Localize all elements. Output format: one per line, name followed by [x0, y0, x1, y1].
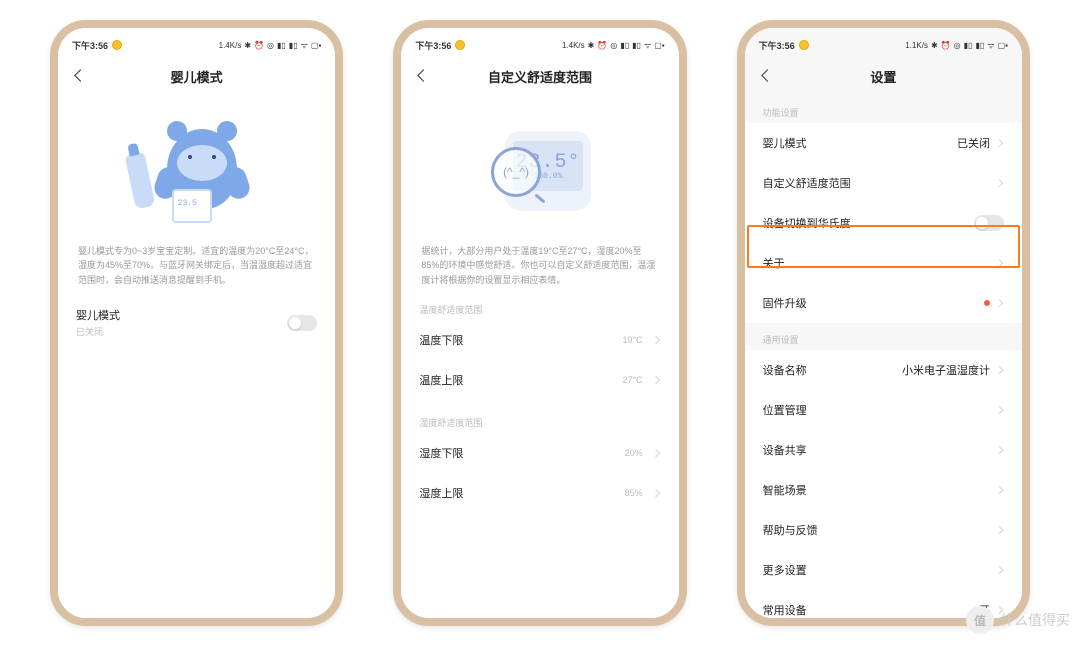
row-label: 常用设备 [763, 602, 807, 618]
chevron-right-icon [996, 486, 1004, 494]
settings-help[interactable]: 帮助与反馈 [745, 510, 1022, 550]
header: 自定义舒适度范围 [401, 56, 678, 96]
page-title: 设置 [870, 67, 896, 86]
chevron-right-icon [653, 336, 661, 344]
chevron-right-icon [996, 566, 1004, 574]
row-sub: 已关闭 [76, 325, 120, 338]
row-label: 婴儿模式 [763, 135, 807, 151]
chevron-right-icon [996, 179, 1004, 187]
status-time: 下午3:56 [415, 39, 451, 52]
page-title: 自定义舒适度范围 [488, 67, 592, 86]
watermark-badge-icon: 值 [966, 606, 994, 634]
row-value: 已关闭 [957, 135, 990, 151]
section-function: 功能设置 [745, 96, 1022, 123]
row-value: 19°C [623, 335, 643, 345]
row-value: 20% [625, 448, 643, 458]
chevron-right-icon [996, 259, 1004, 267]
temp-low-row[interactable]: 温度下限 19°C [419, 320, 660, 360]
back-icon[interactable] [759, 68, 775, 84]
row-value: 85% [625, 488, 643, 498]
hum-low-row[interactable]: 湿度下限 20% [419, 433, 660, 473]
settings-share[interactable]: 设备共享 [745, 430, 1022, 470]
status-bar: 下午3:56 1.1K/s✱⏰◎▮▯▮▯ᯤ▢▪ [745, 28, 1022, 56]
settings-fahrenheit[interactable]: 设备切换到华氏度 [745, 203, 1022, 243]
chevron-right-icon [996, 406, 1004, 414]
row-label: 设备名称 [763, 362, 807, 378]
row-label: 更多设置 [763, 562, 807, 578]
chevron-right-icon [996, 299, 1004, 307]
settings-location[interactable]: 位置管理 [745, 390, 1022, 430]
chevron-right-icon [653, 489, 661, 497]
phone-settings: 下午3:56 1.1K/s✱⏰◎▮▯▮▯ᯤ▢▪ 设置 功能设置 婴儿模式 已关闭… [737, 20, 1030, 626]
settings-about[interactable]: 关于 [745, 243, 1022, 283]
back-icon[interactable] [72, 68, 88, 84]
description-text: 据统计，大部分用户处于温度19°C至27°C，湿度20%至85%的环境中感觉舒适… [421, 244, 658, 287]
chevron-right-icon [996, 139, 1004, 147]
row-value: 小米电子温湿度计 [902, 362, 990, 378]
badge-dot-icon [984, 300, 990, 306]
status-time: 下午3:56 [759, 39, 795, 52]
section-general: 通用设置 [745, 323, 1022, 350]
page-title: 婴儿模式 [171, 67, 223, 86]
status-bar: 下午3:56 1.4K/s✱⏰◎▮▯▮▯ᯤ▢▪ [58, 28, 335, 56]
phone-custom-range: 下午3:56 1.4K/s✱⏰◎▮▯▮▯ᯤ▢▪ 自定义舒适度范围 23.5°16… [393, 20, 686, 626]
row-label: 湿度上限 [419, 485, 463, 501]
toggle-off-icon[interactable] [287, 315, 317, 331]
temp-high-row[interactable]: 温度上限 27°C [419, 360, 660, 400]
hum-high-row[interactable]: 湿度上限 85% [419, 473, 660, 513]
chevron-right-icon [653, 376, 661, 384]
row-label: 温度下限 [419, 332, 463, 348]
illustration-device: 23.5°160.0% (^_^) [419, 106, 660, 236]
section-humidity: 湿度舒适度范围 [419, 416, 660, 429]
settings-firmware[interactable]: 固件升级 [745, 283, 1022, 323]
watermark: 值 什么值得买 [966, 606, 1070, 634]
chevron-right-icon [653, 449, 661, 457]
status-speed: 1.1K/s [905, 41, 928, 50]
settings-device-name[interactable]: 设备名称 小米电子温湿度计 [745, 350, 1022, 390]
illustration-bear [76, 106, 317, 236]
status-speed: 1.4K/s [219, 41, 242, 50]
section-temperature: 温度舒适度范围 [419, 303, 660, 316]
settings-custom-range[interactable]: 自定义舒适度范围 [745, 163, 1022, 203]
chevron-right-icon [996, 526, 1004, 534]
back-icon[interactable] [415, 68, 431, 84]
description-text: 婴儿模式专为0~3岁宝宝定制。适宜的温度为20°C至24°C，湿度为45%至70… [78, 244, 315, 287]
row-label: 温度上限 [419, 372, 463, 388]
settings-baby-mode[interactable]: 婴儿模式 已关闭 [745, 123, 1022, 163]
settings-more[interactable]: 更多设置 [745, 550, 1022, 590]
chevron-right-icon [996, 366, 1004, 374]
row-label: 位置管理 [763, 402, 807, 418]
status-bar: 下午3:56 1.4K/s✱⏰◎▮▯▮▯ᯤ▢▪ [401, 28, 678, 56]
watermark-text: 什么值得买 [1000, 610, 1070, 630]
row-label: 固件升级 [763, 295, 807, 311]
row-label: 婴儿模式 [76, 307, 120, 323]
row-label: 帮助与反馈 [763, 522, 818, 538]
toggle-off-icon[interactable] [974, 215, 1004, 231]
row-label: 设备切换到华氏度 [763, 215, 851, 231]
row-label: 湿度下限 [419, 445, 463, 461]
settings-scene[interactable]: 智能场景 [745, 470, 1022, 510]
header: 设置 [745, 56, 1022, 96]
row-value: 27°C [623, 375, 643, 385]
phone-baby-mode: 下午3:56 1.4K/s✱⏰◎▮▯▮▯ᯤ▢▪ 婴儿模式 [50, 20, 343, 626]
row-label: 自定义舒适度范围 [763, 175, 851, 191]
status-time: 下午3:56 [72, 39, 108, 52]
row-label: 设备共享 [763, 442, 807, 458]
header: 婴儿模式 [58, 56, 335, 96]
row-label: 关于 [763, 255, 785, 271]
baby-mode-toggle-row[interactable]: 婴儿模式 已关闭 [76, 295, 317, 350]
chevron-right-icon [996, 446, 1004, 454]
status-speed: 1.4K/s [562, 41, 585, 50]
row-label: 智能场景 [763, 482, 807, 498]
